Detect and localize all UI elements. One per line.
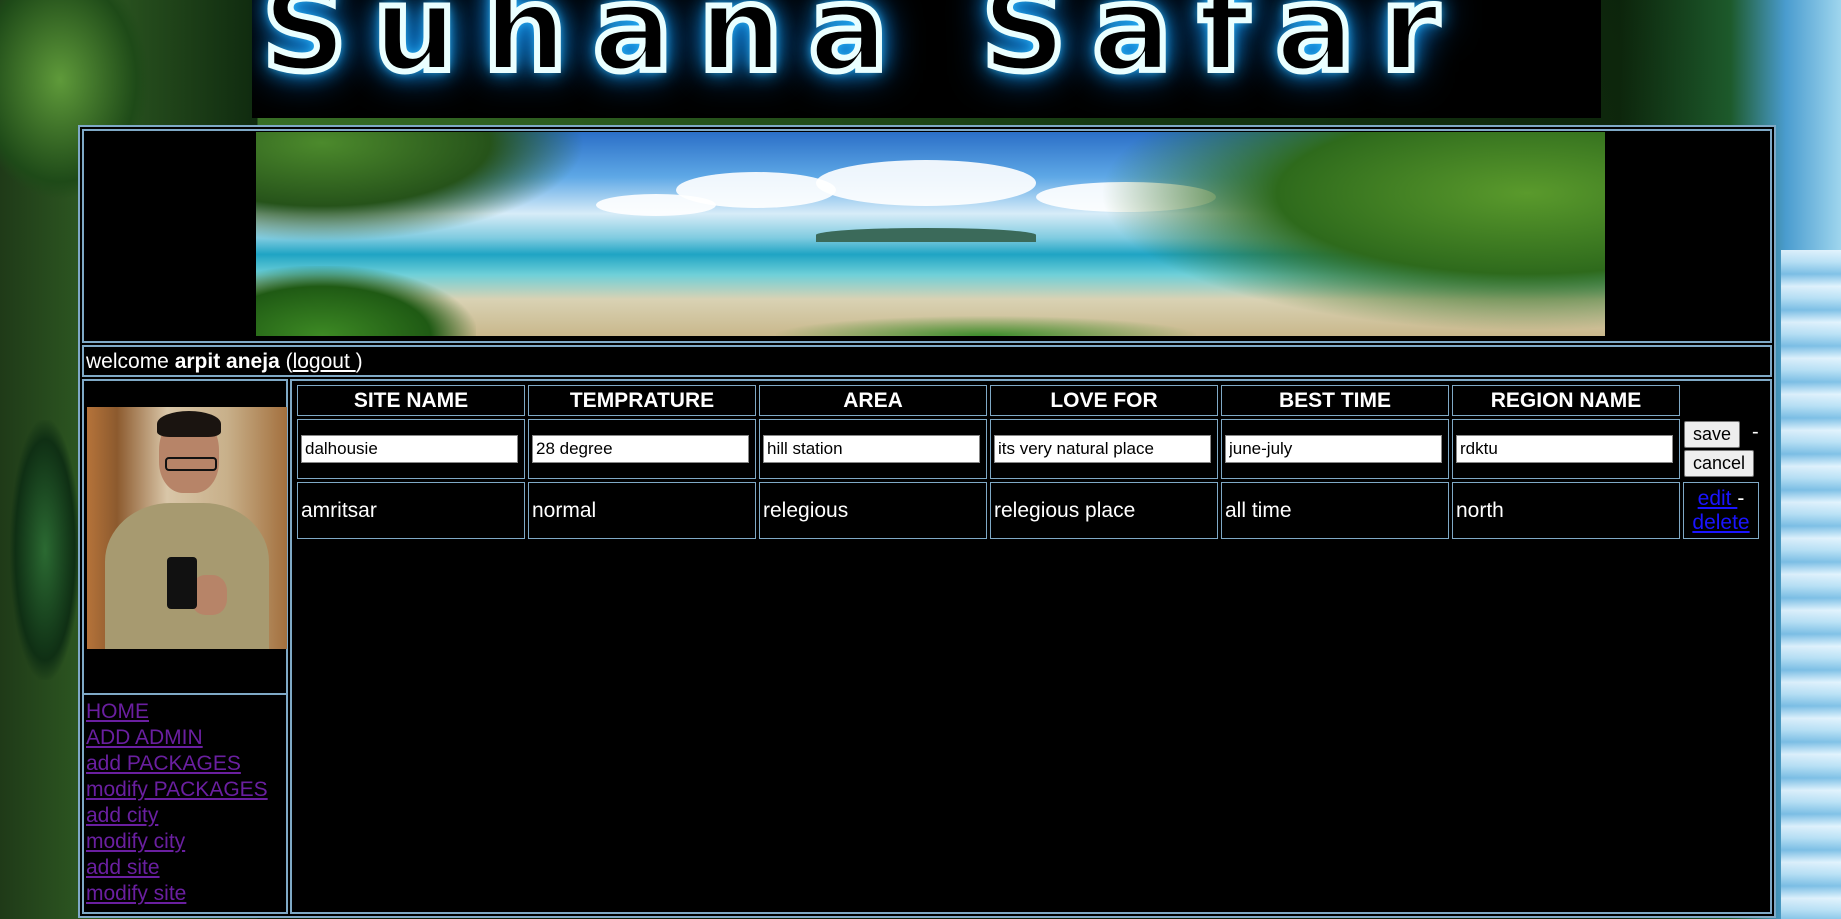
- column-header-actions: [1683, 385, 1759, 416]
- open-paren: (: [279, 350, 293, 373]
- area-input[interactable]: [763, 435, 980, 463]
- waterfall-decoration: [1781, 250, 1841, 919]
- temprature-input[interactable]: [532, 435, 749, 463]
- edit-link[interactable]: edit: [1698, 487, 1738, 510]
- column-header-region-name: REGION NAME: [1452, 385, 1680, 416]
- row-actions-cell: edit - delete: [1683, 482, 1759, 539]
- table-edit-row: save - cancel: [297, 419, 1759, 479]
- sites-table: SITE NAME TEMPRATURE AREA LOVE FOR BEST …: [294, 382, 1762, 542]
- save-button[interactable]: save: [1684, 421, 1741, 448]
- nav-add-city-link[interactable]: add city: [86, 803, 268, 829]
- nav-modify-city-link[interactable]: modify city: [86, 829, 268, 855]
- site-logo-text: Suhana Safar: [259, 0, 1466, 101]
- edit-cell: [528, 419, 756, 479]
- site-name-input[interactable]: [301, 435, 518, 463]
- header-banner-cell: [82, 129, 1772, 343]
- cancel-button[interactable]: cancel: [1684, 450, 1755, 477]
- welcome-bar: welcome arpit aneja (logout ): [82, 345, 1772, 377]
- close-paren: ): [355, 350, 363, 373]
- admin-nav-menu: HOME ADD ADMIN add PACKAGES modify PACKA…: [86, 699, 268, 907]
- column-header-site-name: SITE NAME: [297, 385, 525, 416]
- nav-modify-packages-link[interactable]: modify PACKAGES: [86, 777, 268, 803]
- edit-cell: [759, 419, 987, 479]
- sidebar-divider: [84, 693, 286, 695]
- site-name-cell: amritsar: [297, 482, 525, 539]
- column-header-temprature: TEMPRATURE: [528, 385, 756, 416]
- welcome-prefix: welcome: [86, 350, 175, 373]
- edit-cell: [297, 419, 525, 479]
- delete-link[interactable]: delete: [1692, 511, 1749, 534]
- jungle-leaves-decoration: [10, 420, 80, 680]
- best-time-cell: all time: [1221, 482, 1449, 539]
- logout-link[interactable]: logout: [293, 350, 356, 373]
- sidebar: HOME ADD ADMIN add PACKAGES modify PACKA…: [82, 379, 288, 914]
- beach-banner-image: [256, 132, 1605, 336]
- admin-profile-photo: [87, 407, 287, 649]
- link-separator: -: [1737, 486, 1745, 510]
- edit-actions-cell: save - cancel: [1683, 419, 1759, 479]
- table-row: amritsar normal relegious relegious plac…: [297, 482, 1759, 539]
- username: arpit aneja: [174, 350, 280, 373]
- action-separator: -: [1752, 421, 1759, 443]
- region-name-cell: north: [1452, 482, 1680, 539]
- edit-cell: [990, 419, 1218, 479]
- region-name-input[interactable]: [1456, 435, 1673, 463]
- main-frame: welcome arpit aneja (logout ) HOME ADD A…: [78, 125, 1776, 918]
- edit-cell: [1452, 419, 1680, 479]
- table-header-row: SITE NAME TEMPRATURE AREA LOVE FOR BEST …: [297, 385, 1759, 416]
- welcome-message: welcome arpit aneja (logout ): [86, 350, 363, 374]
- nav-add-admin-link[interactable]: ADD ADMIN: [86, 725, 268, 751]
- column-header-love-for: LOVE FOR: [990, 385, 1218, 416]
- column-header-area: AREA: [759, 385, 987, 416]
- content-area: SITE NAME TEMPRATURE AREA LOVE FOR BEST …: [290, 379, 1772, 914]
- temprature-cell: normal: [528, 482, 756, 539]
- nav-add-site-link[interactable]: add site: [86, 855, 268, 881]
- nav-modify-site-link[interactable]: modify site: [86, 881, 268, 907]
- column-header-best-time: BEST TIME: [1221, 385, 1449, 416]
- nav-add-packages-link[interactable]: add PACKAGES: [86, 751, 268, 777]
- area-cell: relegious: [759, 482, 987, 539]
- nav-home-link[interactable]: HOME: [86, 699, 268, 725]
- love-for-cell: relegious place: [990, 482, 1218, 539]
- best-time-input[interactable]: [1225, 435, 1442, 463]
- edit-cell: [1221, 419, 1449, 479]
- site-logo-banner: Suhana Safar: [252, 0, 1601, 118]
- love-for-input[interactable]: [994, 435, 1211, 463]
